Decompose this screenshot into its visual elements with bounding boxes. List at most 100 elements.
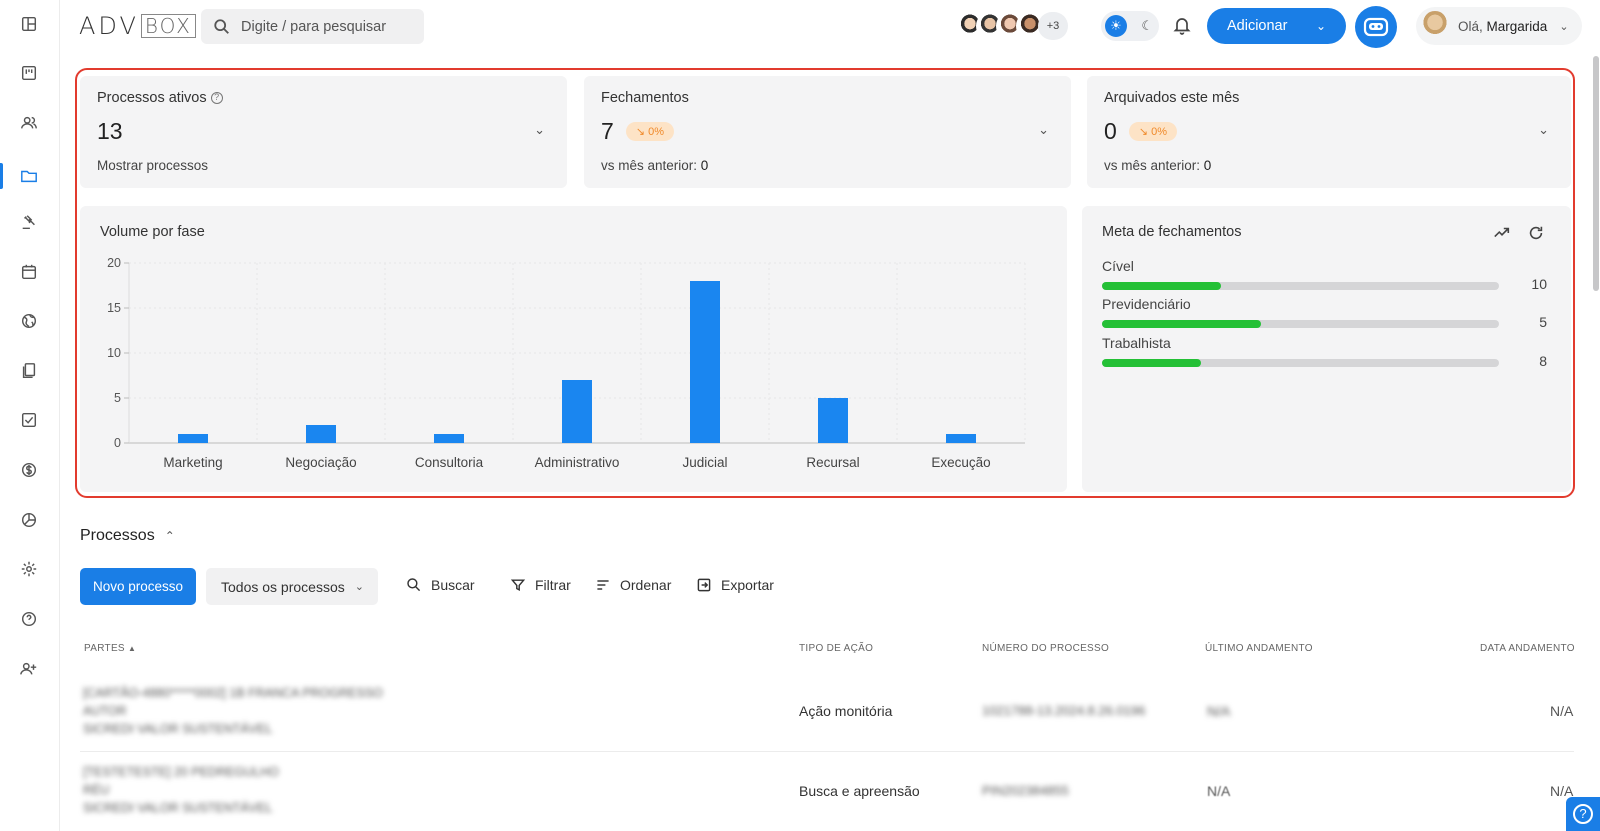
table-cell-data: N/A [1550,703,1574,719]
chevron-down-icon[interactable]: ⌄ [534,122,545,138]
help-chat-button[interactable]: ? [1566,797,1600,831]
y-tick-label: 0 [114,436,121,450]
table-cell-tipo[interactable]: Ação monitória [799,703,892,719]
bar [434,434,464,443]
goal-progress-bar [1102,359,1499,367]
search-input[interactable] [241,18,411,35]
tool-label: Buscar [431,577,475,593]
table-row-partes[interactable]: [CARTÃO-4880*****0002] 1B FRANCA PROGRES… [83,684,383,738]
x-tick-label: Negociação [285,455,356,470]
logo-right-text: BOX [140,14,196,38]
goals-card: Meta de fechamentos Cível 10 Previdenciá… [1082,206,1571,492]
moon-icon[interactable]: ☾ [1141,18,1153,34]
export-icon [697,578,711,592]
folder-icon[interactable] [18,165,40,187]
chevron-down-icon: ⌄ [1559,20,1569,33]
sun-icon[interactable]: ☀ [1105,15,1127,37]
goals-actions [1493,224,1545,242]
row-divider [80,751,1574,752]
column-header-partes[interactable]: PARTES ▲ [84,643,136,654]
user-menu[interactable]: Olá, Margarida ⌄ [1416,7,1582,45]
users-icon[interactable] [18,112,40,134]
table-row-partes[interactable]: [TESTETESTE] 20 PEDREGULHO RÉU SICREDI V… [83,763,279,817]
team-avatars[interactable]: +3 [956,10,1068,42]
settings-icon[interactable] [18,558,40,580]
show-processes-link[interactable]: Mostrar processos [97,158,208,173]
y-tick-label: 10 [107,346,121,360]
process-filter-select[interactable]: Todos os processos ⌄ [206,568,378,605]
notifications-bell[interactable] [1172,15,1194,37]
column-header-data[interactable]: DATA ANDAMENTO [1480,643,1575,654]
add-button[interactable]: Adicionar ⌄ [1207,8,1346,44]
chevron-down-icon[interactable]: ⌄ [1538,122,1549,138]
trend-badge: ↘ 0% [1128,122,1177,141]
filter-icon [510,579,526,591]
globe-icon[interactable] [18,310,40,332]
goal-progress-fill [1102,320,1261,328]
question-icon: ? [1573,804,1593,824]
goal-value: 5 [1539,314,1547,330]
goal-progress-bar [1102,320,1499,328]
bar [178,434,208,443]
app: ADVBOX +3 ☀ ☾ Adicionar ⌄ Olá, Margarida… [0,0,1600,831]
tasks-icon[interactable] [18,409,40,431]
search-icon [407,578,421,592]
x-tick-label: Marketing [163,455,222,470]
stat-card-fechamentos[interactable]: Fechamentos 7 ↘ 0% vs mês anterior: 0 ⌄ [584,76,1071,188]
export-button[interactable]: Exportar [696,577,774,593]
goal-row-trabalhista: Trabalhista 8 [1102,335,1547,369]
stat-card-processos-ativos[interactable]: Processos ativos? 13 Mostrar processos ⌄ [80,76,567,188]
select-value: Todos os processos [221,578,345,595]
dashboard-icon[interactable] [18,13,40,35]
help-icon[interactable] [18,608,40,630]
search-icon [214,18,229,34]
stat-card-arquivados[interactable]: Arquivados este mês 0 ↘ 0% vs mês anterio… [1087,76,1571,188]
stat-value: 13 [97,118,123,144]
filter-button[interactable]: Filtrar [510,577,571,593]
table-cell-numero[interactable]: 1021788-13.2024.8.26.0196 [982,703,1145,718]
trending-up-icon[interactable] [1493,224,1511,242]
table-cell-numero[interactable]: PIN202384855 [982,783,1069,798]
reports-icon[interactable] [18,509,40,531]
page-scrollbar[interactable] [1593,56,1599,291]
robot-icon [1363,17,1389,37]
stat-comparison: vs mês anterior: 0 [601,158,709,173]
logo[interactable]: ADV BOX [79,12,196,40]
chevron-up-icon[interactable]: ⌃ [165,529,175,543]
x-tick-label: Judicial [682,455,727,470]
refresh-icon[interactable] [1527,224,1545,242]
gavel-icon[interactable] [18,211,40,233]
table-cell-tipo[interactable]: Busca e apreensão [799,783,920,799]
help-icon[interactable]: ? [210,92,223,105]
goal-value: 10 [1531,276,1547,292]
add-button-label: Adicionar [1227,18,1288,34]
add-user-icon[interactable] [18,658,40,680]
table-cell-ultimo: N/A [1207,783,1231,799]
search-button[interactable]: Buscar [406,577,475,593]
search-box[interactable] [201,9,424,44]
goal-progress-fill [1102,282,1222,290]
table-cell-ultimo: N/A [1207,703,1231,719]
goal-label: Cível [1102,258,1134,274]
column-header-ultimo[interactable]: ÚLTIMO ANDAMENTO [1205,643,1313,654]
processos-section-title[interactable]: Processos ⌃ [80,527,175,545]
chevron-down-icon[interactable]: ⌄ [1038,122,1049,138]
more-users-badge[interactable]: +3 [1038,12,1068,40]
calendar-icon[interactable] [18,261,40,283]
logo-left-text: ADV [79,12,139,40]
goals-title: Meta de fechamentos [1102,224,1242,240]
assistant-robot-button[interactable] [1355,6,1397,48]
user-greeting: Olá, Margarida [1458,18,1548,34]
finance-icon[interactable] [18,459,40,481]
documents-icon[interactable] [18,360,40,382]
sort-button[interactable]: Ordenar [595,577,671,593]
bar [690,281,720,443]
y-tick-label: 20 [107,256,121,270]
sidebar [0,0,60,831]
new-process-button[interactable]: Novo processo [80,568,196,605]
column-header-tipo[interactable]: TIPO DE AÇÃO [799,643,873,654]
sort-icon [597,580,609,590]
column-header-numero[interactable]: NÚMERO DO PROCESSO [982,643,1109,654]
kanban-icon[interactable] [18,62,40,84]
theme-toggle[interactable]: ☀ ☾ [1101,11,1159,41]
